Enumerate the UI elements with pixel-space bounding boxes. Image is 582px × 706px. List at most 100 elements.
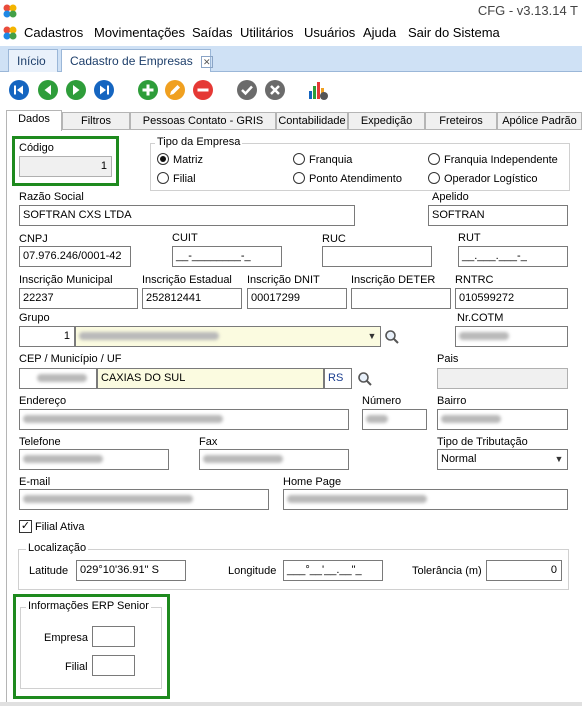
endereco-redacted [23,415,223,424]
inscricao-dnit-input[interactable]: 00017299 [247,288,347,309]
tab-filtros[interactable]: Filtros [62,112,130,130]
bairro-input[interactable] [437,409,568,430]
tolerancia-label: Tolerância (m) [412,565,482,577]
erp-senior-group [20,607,162,689]
menu-ajuda[interactable]: Ajuda [363,25,396,40]
radio-filial-dot [157,172,169,184]
codigo-label: Código [19,142,54,154]
search-icon[interactable] [384,329,400,345]
nr-cotm-input[interactable] [455,326,568,347]
window-title: CFG - v3.13.14 T [477,3,578,18]
inscricao-deter-label: Inscrição DETER [351,274,436,286]
bairro-label: Bairro [437,395,467,407]
cnpj-input[interactable]: 07.976.246/0001-42 [19,246,131,267]
form-tab-bar: Dados Filtros Pessoas Contato - GRIS Con… [6,110,582,131]
edit-icon [165,80,185,100]
home-page-label: Home Page [283,476,342,488]
radio-ponto-atendimento[interactable]: Ponto Atendimento [293,172,402,185]
tab-contabilidade[interactable]: Contabilidade [276,112,348,130]
last-record-button[interactable] [93,79,115,101]
pais-input[interactable] [437,368,568,389]
menu-usuarios[interactable]: Usuários [304,25,355,40]
radio-matriz[interactable]: Matriz [157,153,203,166]
delete-record-button[interactable] [192,79,214,101]
search-icon[interactable] [357,371,373,387]
home-page-redacted [287,495,427,504]
codigo-input[interactable]: 1 [19,156,112,177]
inscricao-estadual-input[interactable]: 252812441 [142,288,242,309]
email-input[interactable] [19,489,269,510]
tab-cadastro-empresas[interactable]: Cadastro de Empresas ✕ [61,49,213,72]
municipio-input[interactable]: CAXIAS DO SUL [97,368,324,389]
latitude-input[interactable]: 029°10'36.91" S [76,560,186,581]
uf-input[interactable]: RS [324,368,352,389]
tab-dados[interactable]: Dados [6,110,62,131]
inscricao-municipal-label: Inscrição Municipal [19,274,113,286]
erp-filial-input[interactable] [92,655,135,676]
menu-saidas[interactable]: Saídas [192,25,232,40]
numero-input[interactable] [362,409,427,430]
tab-inicio[interactable]: Início [8,49,58,72]
rntrc-input[interactable]: 010599272 [455,288,568,309]
cnpj-label: CNPJ [19,233,48,245]
nr-cotm-label: Nr.COTM [457,312,504,324]
tab-pessoas-contato[interactable]: Pessoas Contato - GRIS [130,112,276,130]
radio-operador-logistico[interactable]: Operador Logístico [428,172,538,185]
add-icon [138,80,158,100]
tolerancia-input[interactable]: 0 [486,560,562,581]
edit-record-button[interactable] [164,79,186,101]
tipo-tributacao-label: Tipo de Tributação [437,436,528,448]
cep-input[interactable] [19,368,97,389]
tab-freteiros[interactable]: Freteiros [425,112,497,130]
chevron-down-icon[interactable]: ▼ [364,327,380,346]
close-tab-icon[interactable]: ✕ [200,55,213,68]
report-button[interactable] [307,79,329,101]
longitude-input[interactable]: ___°__'__.__"_ [283,560,383,581]
menu-utilitarios[interactable]: Utilitários [240,25,293,40]
tipo-tributacao-select[interactable]: Normal ▼ [437,449,568,470]
tipo-tributacao-value: Normal [441,453,477,465]
tab-expedicao[interactable]: Expedição [348,112,425,130]
inscricao-deter-input[interactable] [351,288,451,309]
next-record-button[interactable] [65,79,87,101]
radio-franquia-independente-dot [428,153,440,165]
apelido-input[interactable]: SOFTRAN [428,205,568,226]
filial-ativa-checkbox[interactable]: ✓ [19,520,32,533]
radio-franquia[interactable]: Franquia [293,153,352,166]
grupo-code-input[interactable]: 1 [19,326,75,347]
erp-senior-label: Informações ERP Senior [26,600,151,612]
tab-apolice-padrao[interactable]: Apólice Padrão [497,112,582,130]
inscricao-dnit-label: Inscrição DNIT [247,274,320,286]
email-redacted [23,495,193,504]
first-record-button[interactable] [8,79,30,101]
first-icon [9,80,29,100]
telefone-redacted [23,455,103,464]
cuit-input[interactable]: __-________-_ [172,246,282,267]
app-menu-icon[interactable] [2,25,18,41]
record-toolbar [0,73,582,107]
rut-input[interactable]: __.___.___-_ [458,246,568,267]
chevron-down-icon[interactable]: ▼ [551,450,567,469]
cancel-button[interactable] [264,79,286,101]
razao-social-input[interactable]: SOFTRAN CXS LTDA [19,205,355,226]
tab-cadastro-empresas-label: Cadastro de Empresas [70,54,193,68]
add-record-button[interactable] [137,79,159,101]
apelido-label: Apelido [432,191,469,203]
confirm-button[interactable] [236,79,258,101]
radio-filial[interactable]: Filial [157,172,196,185]
menu-movimentacoes[interactable]: Movimentações [94,25,185,40]
grupo-label: Grupo [19,312,50,324]
menu-cadastros[interactable]: Cadastros [24,25,83,40]
home-page-input[interactable] [283,489,568,510]
grupo-combo[interactable]: ▼ [75,326,381,347]
previous-record-button[interactable] [37,79,59,101]
erp-empresa-input[interactable] [92,626,135,647]
menu-sair[interactable]: Sair do Sistema [408,25,500,40]
inscricao-municipal-input[interactable]: 22237 [19,288,138,309]
radio-franquia-independente[interactable]: Franquia Independente [428,153,558,166]
fax-input[interactable] [199,449,349,470]
endereco-input[interactable] [19,409,349,430]
ruc-input[interactable] [322,246,432,267]
radio-filial-label: Filial [173,173,196,185]
telefone-input[interactable] [19,449,169,470]
